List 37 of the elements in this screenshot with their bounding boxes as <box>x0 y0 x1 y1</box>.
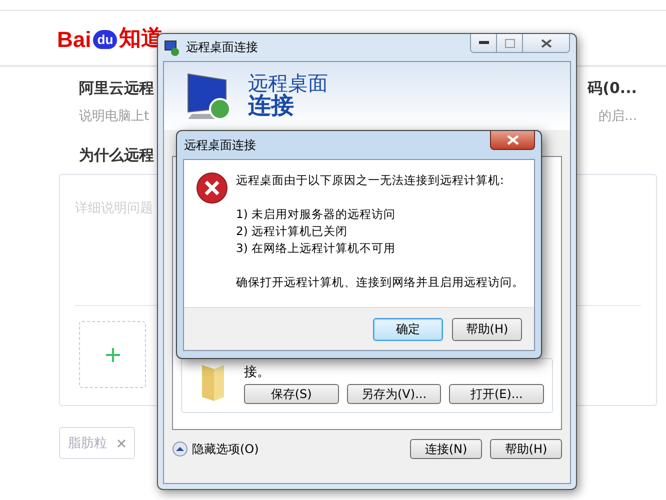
maximize-icon <box>504 38 514 48</box>
question-title[interactable]: 阿里云远程 <box>79 79 154 98</box>
ok-button[interactable]: 确定 <box>373 318 443 340</box>
description-text: 接。 <box>244 364 271 381</box>
header-title: 远程桌面 <box>248 73 328 94</box>
minimize-button[interactable] <box>471 34 497 52</box>
dialog-button[interactable]: 另存为(V)... <box>346 384 442 404</box>
dialog-title: 远程桌面连接 <box>184 136 256 154</box>
reason-text: 3) 在网络上远程计算机不可用 <box>236 240 396 257</box>
reason-text: 1) 未启用对服务器的远程访问 <box>236 206 396 223</box>
header-title: 连接 <box>248 94 295 119</box>
dialog-button[interactable]: 连接(N) <box>410 439 482 459</box>
dialog-button[interactable]: 保存(S) <box>244 384 339 404</box>
advice-text: 确保打开远程计算机、连接到网络并且启用远程访问。 <box>236 274 524 291</box>
plus-icon <box>106 348 120 362</box>
close-icon[interactable] <box>117 438 126 448</box>
monitor-icon <box>164 40 180 56</box>
error-message: 远程桌面由于以下原因之一无法连接到远程计算机: <box>236 172 505 189</box>
window-title: 远程桌面连接 <box>186 39 258 56</box>
close-button[interactable] <box>490 131 535 150</box>
question-snippet: 说明电脑上t <box>79 108 150 125</box>
minimize-icon <box>478 41 488 45</box>
close-icon <box>540 38 552 48</box>
question-title[interactable]: 码(0... <box>588 79 637 98</box>
logo-badge: du <box>93 30 118 49</box>
question-snippet: 的启... <box>598 108 637 125</box>
dialog-button[interactable]: 打开(E)... <box>449 384 544 404</box>
reason-text: 2) 远程计算机已关闭 <box>236 223 348 240</box>
error-icon <box>196 172 228 204</box>
logo-text: Bai <box>57 27 92 53</box>
dialog-button[interactable]: 帮助(H) <box>490 439 562 459</box>
help-button[interactable]: 帮助(H) <box>452 318 522 340</box>
caret-icon <box>172 441 188 457</box>
options-toggle[interactable]: 隐藏选项(O) <box>172 440 259 458</box>
close-button[interactable] <box>523 34 569 52</box>
close-icon <box>506 135 518 145</box>
question-title[interactable]: 为什么远程 <box>79 146 154 165</box>
